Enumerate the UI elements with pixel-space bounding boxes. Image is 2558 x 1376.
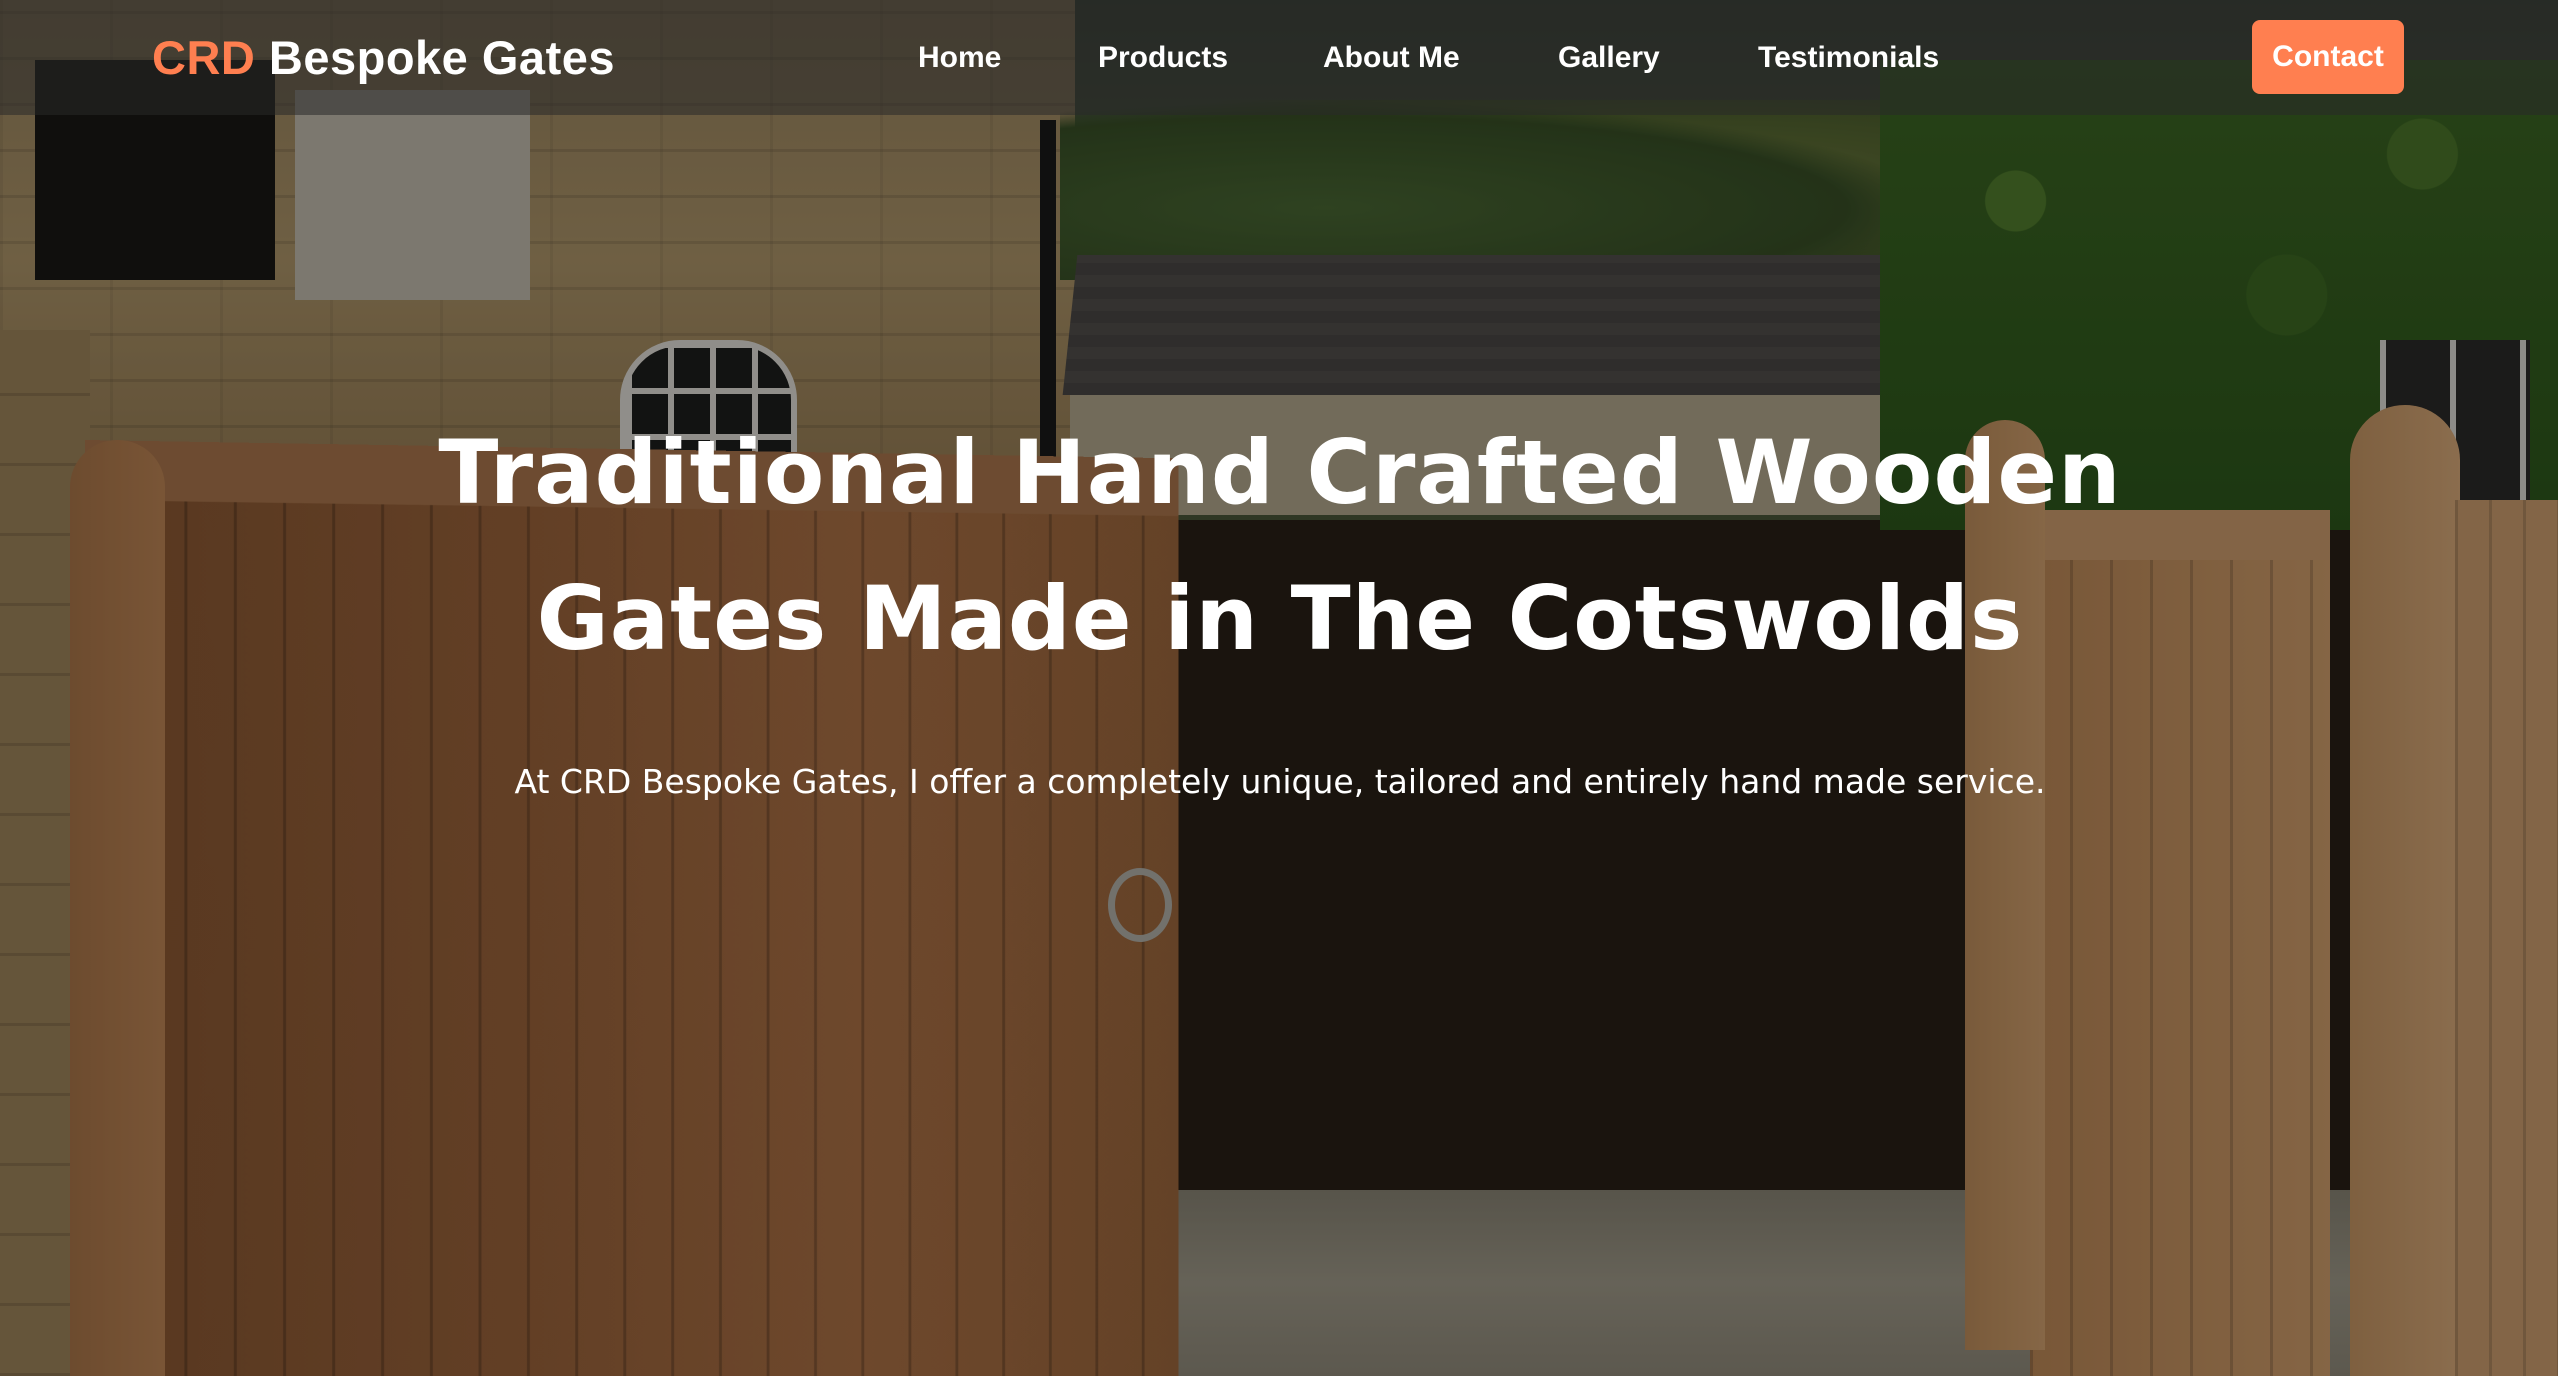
nav-home-link[interactable]: Home [918,38,1001,78]
nav-about-link[interactable]: About Me [1323,38,1460,78]
top-navbar: CRD Bespoke Gates Home Products About Me… [0,0,2558,115]
hero-subtitle: At CRD Bespoke Gates, I offer a complete… [514,762,2046,801]
contact-button[interactable]: Contact [2252,20,2404,94]
hero-title: Traditional Hand Crafted Wooden Gates Ma… [380,400,2180,692]
hero-section: CRD Bespoke Gates Home Products About Me… [0,0,2558,1376]
hero-title-line-1: Traditional Hand Crafted Wooden [438,421,2122,524]
nav-products-link[interactable]: Products [1098,38,1228,78]
nav-links: Home Products About Me Gallery Testimoni… [0,0,2558,115]
hero-title-line-2: Gates Made in The Cotswolds [536,567,2024,670]
nav-testimonials-link[interactable]: Testimonials [1758,38,1939,78]
nav-gallery-link[interactable]: Gallery [1558,38,1660,78]
